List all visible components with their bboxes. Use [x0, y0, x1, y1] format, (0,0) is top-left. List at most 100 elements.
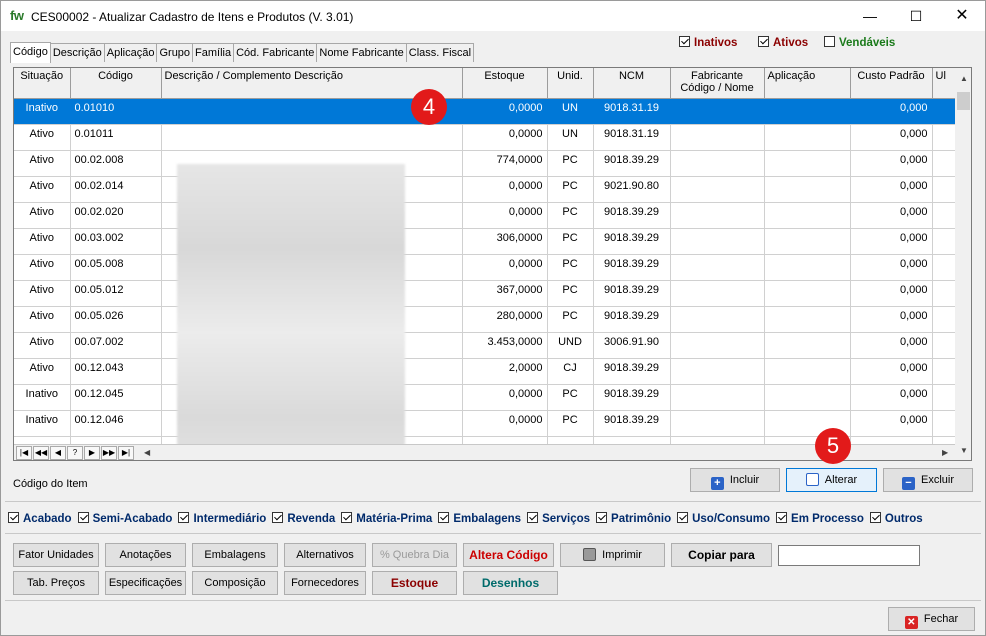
cell-custo-padrao: 0,000 [850, 306, 933, 333]
col-aplicacao[interactable]: Aplicação [764, 68, 851, 99]
checkbox-icon[interactable] [272, 512, 284, 523]
filter-inativos[interactable]: Inativos [679, 36, 737, 49]
cell-descricao [161, 124, 463, 151]
especificacoes-button[interactable]: Especificações [105, 571, 186, 595]
type-filter-item[interactable]: Uso/Consumo [677, 512, 770, 525]
scroll-up-icon[interactable]: ▲ [960, 74, 968, 83]
composicao-button[interactable]: Composição [192, 571, 278, 595]
copiar-para-button[interactable]: Copiar para [671, 543, 772, 567]
estoque-button[interactable]: Estoque [372, 571, 457, 595]
excluir-button[interactable]: − Excluir [883, 468, 973, 492]
nav-search-icon[interactable]: ? [67, 446, 83, 460]
scroll-left-icon[interactable]: ◀ [144, 448, 150, 457]
imprimir-button[interactable]: Imprimir [560, 543, 665, 567]
checkbox-icon[interactable] [178, 512, 190, 523]
checkbox-icon[interactable] [77, 512, 89, 523]
cell-ul [932, 384, 956, 411]
type-filter-item[interactable]: Serviços [527, 512, 590, 525]
table-row[interactable]: Ativo 00.05.026 280,0000 PC 9018.39.29 0,000 [14, 306, 956, 333]
divider [5, 501, 981, 502]
checkbox-icon[interactable] [824, 36, 835, 47]
nav-next-icon[interactable]: ▶ [84, 446, 100, 460]
scroll-thumb[interactable] [957, 92, 970, 110]
checkbox-icon[interactable] [527, 512, 539, 523]
checkbox-icon[interactable] [776, 512, 788, 523]
nav-prev-page-icon[interactable]: ◀◀ [33, 446, 49, 460]
fechar-button[interactable]: ✕ Fechar [888, 607, 975, 631]
table-row[interactable]: Ativo 00.02.020 0,0000 PC 9018.39.29 0,000 [14, 202, 956, 229]
col-unid[interactable]: Unid. [547, 68, 594, 99]
checkbox-icon[interactable] [758, 36, 769, 47]
table-row[interactable]: Ativo 00.02.014 0,0000 PC 9021.90.80 0,000 [14, 176, 956, 203]
type-filter-item[interactable]: Intermediário [178, 512, 266, 525]
type-filter-item[interactable]: Outros [869, 512, 923, 525]
table-row[interactable]: Ativo 00.02.008 774,0000 PC 9018.39.29 0,000 [14, 150, 956, 177]
tab-familia[interactable]: Família [192, 43, 235, 62]
checkbox-icon[interactable] [596, 512, 608, 523]
items-grid[interactable]: Situação Código Descrição / Complemento … [13, 67, 972, 461]
checkbox-icon[interactable] [341, 512, 353, 523]
table-row[interactable]: Ativo 00.05.012 367,0000 PC 9018.39.29 0,000 [14, 280, 956, 307]
filter-vendaveis[interactable]: Vendáveis [824, 36, 895, 49]
type-filter-item[interactable]: Patrimônio [596, 512, 671, 525]
incluir-button[interactable]: + Incluir [690, 468, 780, 492]
alterar-button[interactable]: Alterar [786, 468, 877, 492]
table-row[interactable]: Ativo 00.05.008 0,0000 PC 9018.39.29 0,000 [14, 254, 956, 281]
type-filter-item[interactable]: Acabado [8, 512, 72, 525]
type-filter-item[interactable]: Revenda [272, 512, 335, 525]
copiar-para-input[interactable] [778, 545, 920, 566]
type-filter-item[interactable]: Semi-Acabado [77, 512, 172, 525]
table-row[interactable]: Ativo 0.01011 0,0000 UN 9018.31.19 0,000 [14, 124, 956, 151]
table-row[interactable]: Inativo 00.12.045 0,0000 PC 9018.39.29 0,000 [14, 384, 956, 411]
nav-prev-icon[interactable]: ◀ [50, 446, 66, 460]
checkbox-icon[interactable] [8, 512, 19, 523]
quebra-dia-button[interactable]: % Quebra Dia [372, 543, 457, 567]
cell-estoque: 0,0000 [462, 384, 548, 411]
cell-ncm: 9018.39.29 [593, 254, 671, 281]
anotacoes-button[interactable]: Anotações [105, 543, 186, 567]
col-codigo[interactable]: Código [70, 68, 162, 99]
alternativos-button[interactable]: Alternativos [284, 543, 366, 567]
checkbox-icon[interactable] [438, 512, 450, 523]
checkbox-icon[interactable] [869, 512, 881, 523]
col-custo-padrao[interactable]: Custo Padrão [850, 68, 933, 99]
col-ncm[interactable]: NCM [593, 68, 671, 99]
fator-unidades-button[interactable]: Fator Unidades [13, 543, 99, 567]
tab-precos-button[interactable]: Tab. Preços [13, 571, 99, 595]
vertical-scrollbar[interactable]: ▲ ▼ [955, 68, 971, 460]
type-filter-item[interactable]: Em Processo [776, 512, 864, 525]
checkbox-icon[interactable] [679, 36, 690, 47]
nav-first-icon[interactable]: |◀ [16, 446, 32, 460]
fornecedores-button[interactable]: Fornecedores [284, 571, 366, 595]
col-situacao[interactable]: Situação [14, 68, 71, 99]
table-row[interactable]: Ativo 00.03.002 306,0000 PC 9018.39.29 0,000 [14, 228, 956, 255]
table-row[interactable]: Ativo 00.12.043 2,0000 CJ 9018.39.29 0,000 [14, 358, 956, 385]
type-filter-item[interactable]: Matéria-Prima [341, 512, 432, 525]
desenhos-button[interactable]: Desenhos [463, 571, 558, 595]
close-icon[interactable]: ✕ [939, 1, 985, 31]
tab-nome-fabricante[interactable]: Nome Fabricante [316, 43, 407, 62]
scroll-down-icon[interactable]: ▼ [960, 446, 968, 455]
nav-next-page-icon[interactable]: ▶▶ [101, 446, 117, 460]
altera-codigo-button[interactable]: Altera Código [463, 543, 554, 567]
checkbox-icon[interactable] [677, 512, 689, 523]
tab-grupo[interactable]: Grupo [156, 43, 194, 62]
tab-class-fiscal[interactable]: Class. Fiscal [405, 43, 475, 62]
table-row[interactable]: Ativo 00.07.002 3.453,0000 UND 3006.91.90 0,0… [14, 332, 956, 359]
embalagens-button[interactable]: Embalagens [192, 543, 278, 567]
filter-ativos[interactable]: Ativos [758, 36, 808, 49]
tab-codigo[interactable]: Código [10, 42, 51, 63]
scroll-right-icon[interactable]: ▶ [942, 448, 948, 457]
minimize-icon[interactable]: — [847, 1, 893, 31]
col-estoque[interactable]: Estoque [462, 68, 548, 99]
tab-cod-fabricante[interactable]: Cód. Fabricante [233, 43, 318, 62]
table-row[interactable]: Inativo 0.01010 0,0000 UN 9018.31.19 0,000 [14, 98, 956, 125]
table-row[interactable]: Inativo 00.12.046 0,0000 PC 9018.39.29 0,000 [14, 410, 956, 437]
nav-last-icon[interactable]: ▶| [118, 446, 134, 460]
tab-aplicacao[interactable]: Aplicação [103, 43, 158, 62]
tab-descricao[interactable]: Descrição [49, 43, 105, 62]
col-ul[interactable]: Ul [932, 68, 956, 99]
type-filter-item[interactable]: Embalagens [438, 512, 521, 525]
col-fabricante[interactable]: Fabricante Código / Nome [670, 68, 765, 99]
maximize-icon[interactable]: ☐ [893, 1, 939, 31]
